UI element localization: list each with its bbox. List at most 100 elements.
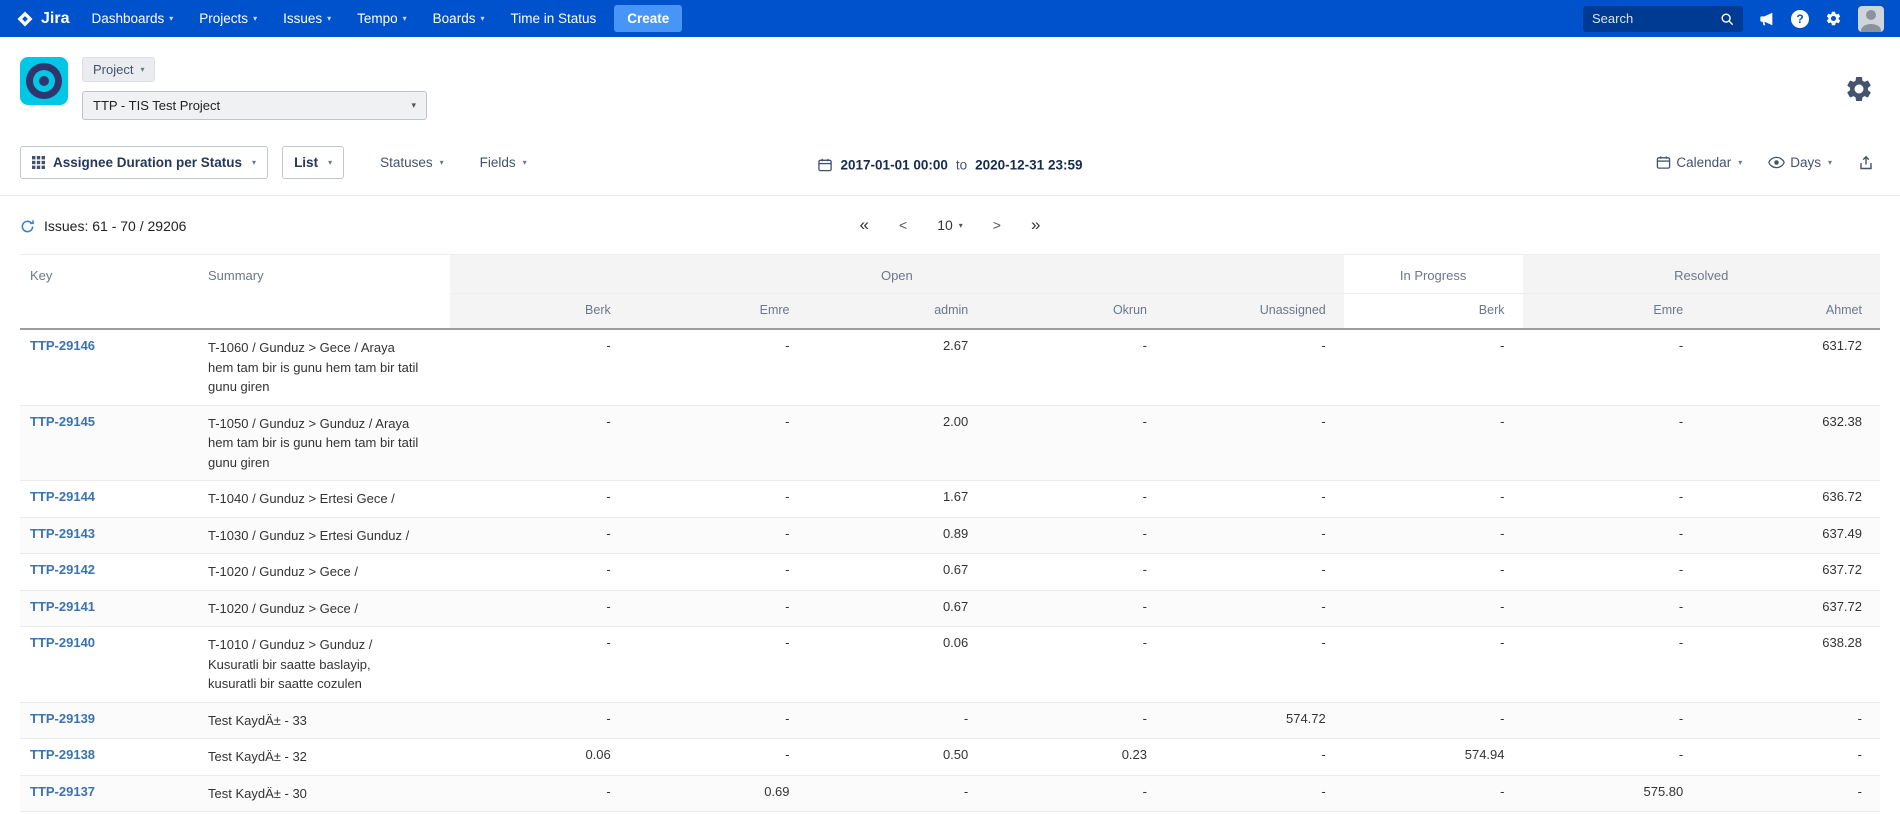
duration-value: - — [808, 775, 987, 812]
duration-value: - — [450, 590, 629, 627]
issue-row: TTP-29145T-1050 / Gunduz > Gunduz / Aray… — [20, 405, 1880, 481]
units-dropdown[interactable]: Days ▾ — [1768, 155, 1832, 170]
duration-value: 0.23 — [986, 739, 1165, 776]
issue-summary: T-1020 / Gunduz > Gece / — [198, 554, 450, 591]
nav-item-dashboards[interactable]: Dashboards▾ — [91, 11, 173, 26]
nav-item-boards[interactable]: Boards▾ — [433, 11, 485, 26]
duration-value: 574.72 — [1165, 702, 1344, 739]
duration-value: - — [1165, 590, 1344, 627]
issue-key-cell: TTP-29141 — [20, 590, 198, 627]
project-select[interactable]: TTP - TIS Test Project ▾ — [82, 91, 427, 120]
date-range[interactable]: 2017-01-01 00:00 to 2020-12-31 23:59 — [818, 157, 1083, 172]
issues-info-row-top: Issues: 61 - 70 / 29206 « < 10 ▾ > » — [0, 196, 1900, 246]
duration-value: - — [1701, 702, 1880, 739]
gear-icon[interactable] — [1825, 10, 1842, 27]
duration-value: - — [1523, 481, 1702, 518]
report-type-dropdown[interactable]: Assignee Duration per Status ▾ — [20, 146, 268, 179]
issue-key-link[interactable]: TTP-29146 — [30, 338, 95, 353]
chevron-down-icon: ▾ — [328, 158, 332, 167]
chevron-down-icon: ▾ — [327, 14, 331, 23]
issue-key-link[interactable]: TTP-29138 — [30, 747, 95, 762]
issue-key-cell: TTP-29142 — [20, 554, 198, 591]
status-group-header: Resolved — [1523, 255, 1881, 294]
pagination-last[interactable]: » — [1031, 215, 1040, 235]
duration-value: 0.06 — [450, 739, 629, 776]
duration-value: - — [1523, 554, 1702, 591]
issue-key-link[interactable]: TTP-29139 — [30, 711, 95, 726]
status-group-header: In Progress — [1344, 255, 1523, 294]
duration-value: - — [629, 739, 808, 776]
jira-mark-icon — [16, 10, 34, 28]
export-button[interactable] — [1858, 155, 1874, 171]
issue-row: TTP-29146T-1060 / Gunduz > Gece / Araya … — [20, 329, 1880, 405]
duration-value: - — [1523, 517, 1702, 554]
issue-summary: Test KaydÄ± - 33 — [198, 702, 450, 739]
create-button[interactable]: Create — [614, 5, 682, 32]
issue-key-link[interactable]: TTP-29141 — [30, 599, 95, 614]
search-box[interactable] — [1583, 6, 1743, 32]
eye-icon — [1768, 156, 1785, 169]
page-size-dropdown[interactable]: 10 ▾ — [937, 217, 963, 233]
user-avatar[interactable] — [1858, 6, 1884, 32]
search-input[interactable] — [1592, 11, 1720, 26]
duration-value: - — [450, 775, 629, 812]
pagination-first[interactable]: « — [860, 215, 869, 235]
nav-item-projects[interactable]: Projects ▾ — [199, 11, 257, 26]
report-toolbar: Assignee Duration per Status ▾ List ▾ St… — [0, 134, 1900, 196]
nav-item-issues[interactable]: Issues▾ — [283, 11, 331, 26]
fields-dropdown[interactable]: Fields ▾ — [480, 155, 527, 170]
jira-logo[interactable]: Jira — [16, 10, 69, 28]
statuses-dropdown[interactable]: Statuses ▾ — [380, 155, 444, 170]
nav-label: Boards — [433, 11, 476, 26]
settings-gear-icon[interactable] — [1844, 74, 1874, 104]
issue-summary: Test KaydÄ± - 30 — [198, 775, 450, 812]
duration-value: - — [1523, 405, 1702, 481]
duration-value: - — [986, 702, 1165, 739]
chevron-down-icon: ▾ — [253, 14, 257, 23]
project-avatar[interactable] — [20, 57, 68, 105]
calendar-icon — [818, 157, 833, 172]
duration-value: 636.72 — [1701, 481, 1880, 518]
help-icon[interactable]: ? — [1791, 10, 1809, 28]
duration-value: - — [1165, 627, 1344, 703]
pagination-next[interactable]: > — [993, 217, 1001, 233]
duration-value: - — [1165, 329, 1344, 405]
issue-key-link[interactable]: TTP-29143 — [30, 526, 95, 541]
chevron-down-icon: ▾ — [252, 158, 256, 167]
pagination-prev[interactable]: < — [899, 217, 907, 233]
assignee-column-header: Unassigned — [1165, 294, 1344, 330]
issue-key-link[interactable]: TTP-29137 — [30, 784, 95, 799]
issue-key-cell: TTP-29146 — [20, 329, 198, 405]
issue-key-cell: TTP-29138 — [20, 739, 198, 776]
fields-label: Fields — [480, 155, 516, 170]
refresh-icon[interactable] — [20, 219, 35, 234]
duration-value: - — [1344, 775, 1523, 812]
duration-value: - — [1344, 481, 1523, 518]
chevron-down-icon: ▾ — [1738, 158, 1742, 167]
nav-label: Time in Status — [510, 11, 596, 26]
grid-icon — [32, 156, 45, 169]
nav-item-tempo[interactable]: Tempo▾ — [357, 11, 407, 26]
duration-value: - — [986, 627, 1165, 703]
calendar-mode-dropdown[interactable]: Calendar ▾ — [1656, 155, 1742, 170]
view-type-dropdown[interactable]: List ▾ — [282, 146, 344, 179]
issues-count: Issues: 61 - 70 / 29206 — [20, 218, 186, 234]
issue-key-link[interactable]: TTP-29145 — [30, 414, 95, 429]
issue-key-link[interactable]: TTP-29144 — [30, 489, 95, 504]
issue-key-link[interactable]: TTP-29140 — [30, 635, 95, 650]
duration-value: - — [986, 481, 1165, 518]
assignee-column-header: Okrun — [986, 294, 1165, 330]
scope-dropdown[interactable]: Project ▾ — [82, 57, 155, 82]
duration-value: 637.49 — [1701, 517, 1880, 554]
issue-key-cell: TTP-29137 — [20, 775, 198, 812]
issue-row: TTP-29140T-1010 / Gunduz > Gunduz / Kusu… — [20, 627, 1880, 703]
duration-value: 637.72 — [1701, 590, 1880, 627]
nav-label: Projects — [199, 11, 248, 26]
megaphone-icon[interactable] — [1759, 11, 1775, 27]
nav-item-time-in-status[interactable]: Time in Status — [510, 11, 596, 26]
duration-value: - — [986, 590, 1165, 627]
issue-key-link[interactable]: TTP-29142 — [30, 562, 95, 577]
assignee-column-header: Ahmet — [1701, 294, 1880, 330]
nav-label: Tempo — [357, 11, 398, 26]
duration-value: - — [1523, 329, 1702, 405]
